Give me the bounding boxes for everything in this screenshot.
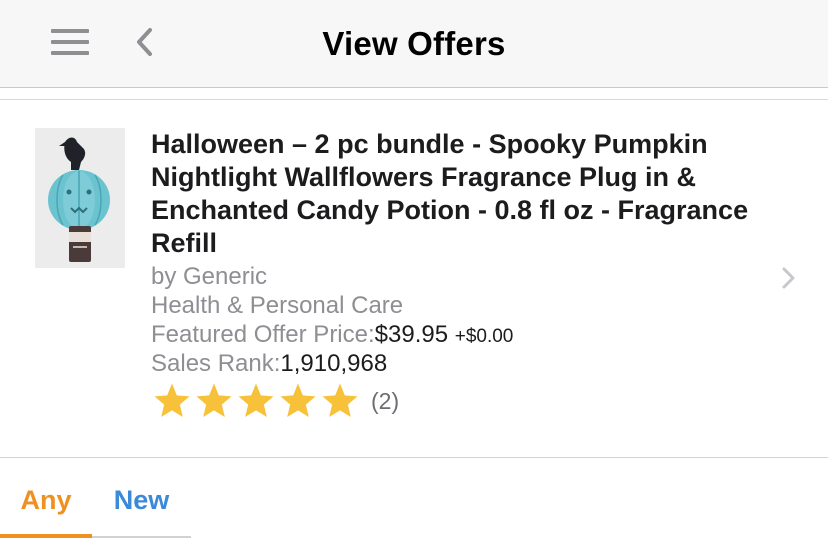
star-icon: [154, 383, 190, 417]
product-brand: by Generic: [151, 263, 268, 290]
price-label: Featured Offer Price:: [151, 321, 375, 348]
product-thumbnail: [35, 128, 125, 268]
star-icon: [322, 383, 358, 417]
price-value: $39.95: [374, 321, 449, 348]
product-card[interactable]: Halloween – 2 pc bundle - Spooky Pumpkin…: [0, 100, 828, 458]
back-chevron-icon[interactable]: [130, 24, 162, 60]
star-icon: [238, 383, 274, 417]
star-icon: [280, 383, 316, 417]
tab-any[interactable]: Any: [0, 480, 92, 520]
sales-rank-value: 1,910,968: [280, 350, 388, 377]
navigation-bar: View Offers: [0, 0, 828, 88]
featured-offer-price: Featured Offer Price:$39.95 +$0.00: [151, 320, 791, 349]
chevron-right-icon[interactable]: [778, 264, 798, 292]
sales-rank: Sales Rank:1,910,968: [151, 349, 791, 378]
product-category: Health & Personal Care: [151, 292, 404, 319]
page-title: View Offers: [322, 25, 506, 62]
hamburger-menu-icon[interactable]: [48, 26, 92, 58]
product-title: Halloween – 2 pc bundle - Spooky Pumpkin…: [151, 129, 749, 258]
shipping-cost: +$0.00: [454, 326, 514, 347]
card-divider: [0, 457, 828, 458]
review-count: (2): [371, 388, 400, 414]
tab-new[interactable]: New: [92, 480, 191, 520]
active-tab-indicator: [0, 534, 92, 538]
star-rating: (2): [151, 380, 399, 422]
sales-rank-label: Sales Rank:: [151, 350, 281, 377]
star-icon: [196, 383, 232, 417]
